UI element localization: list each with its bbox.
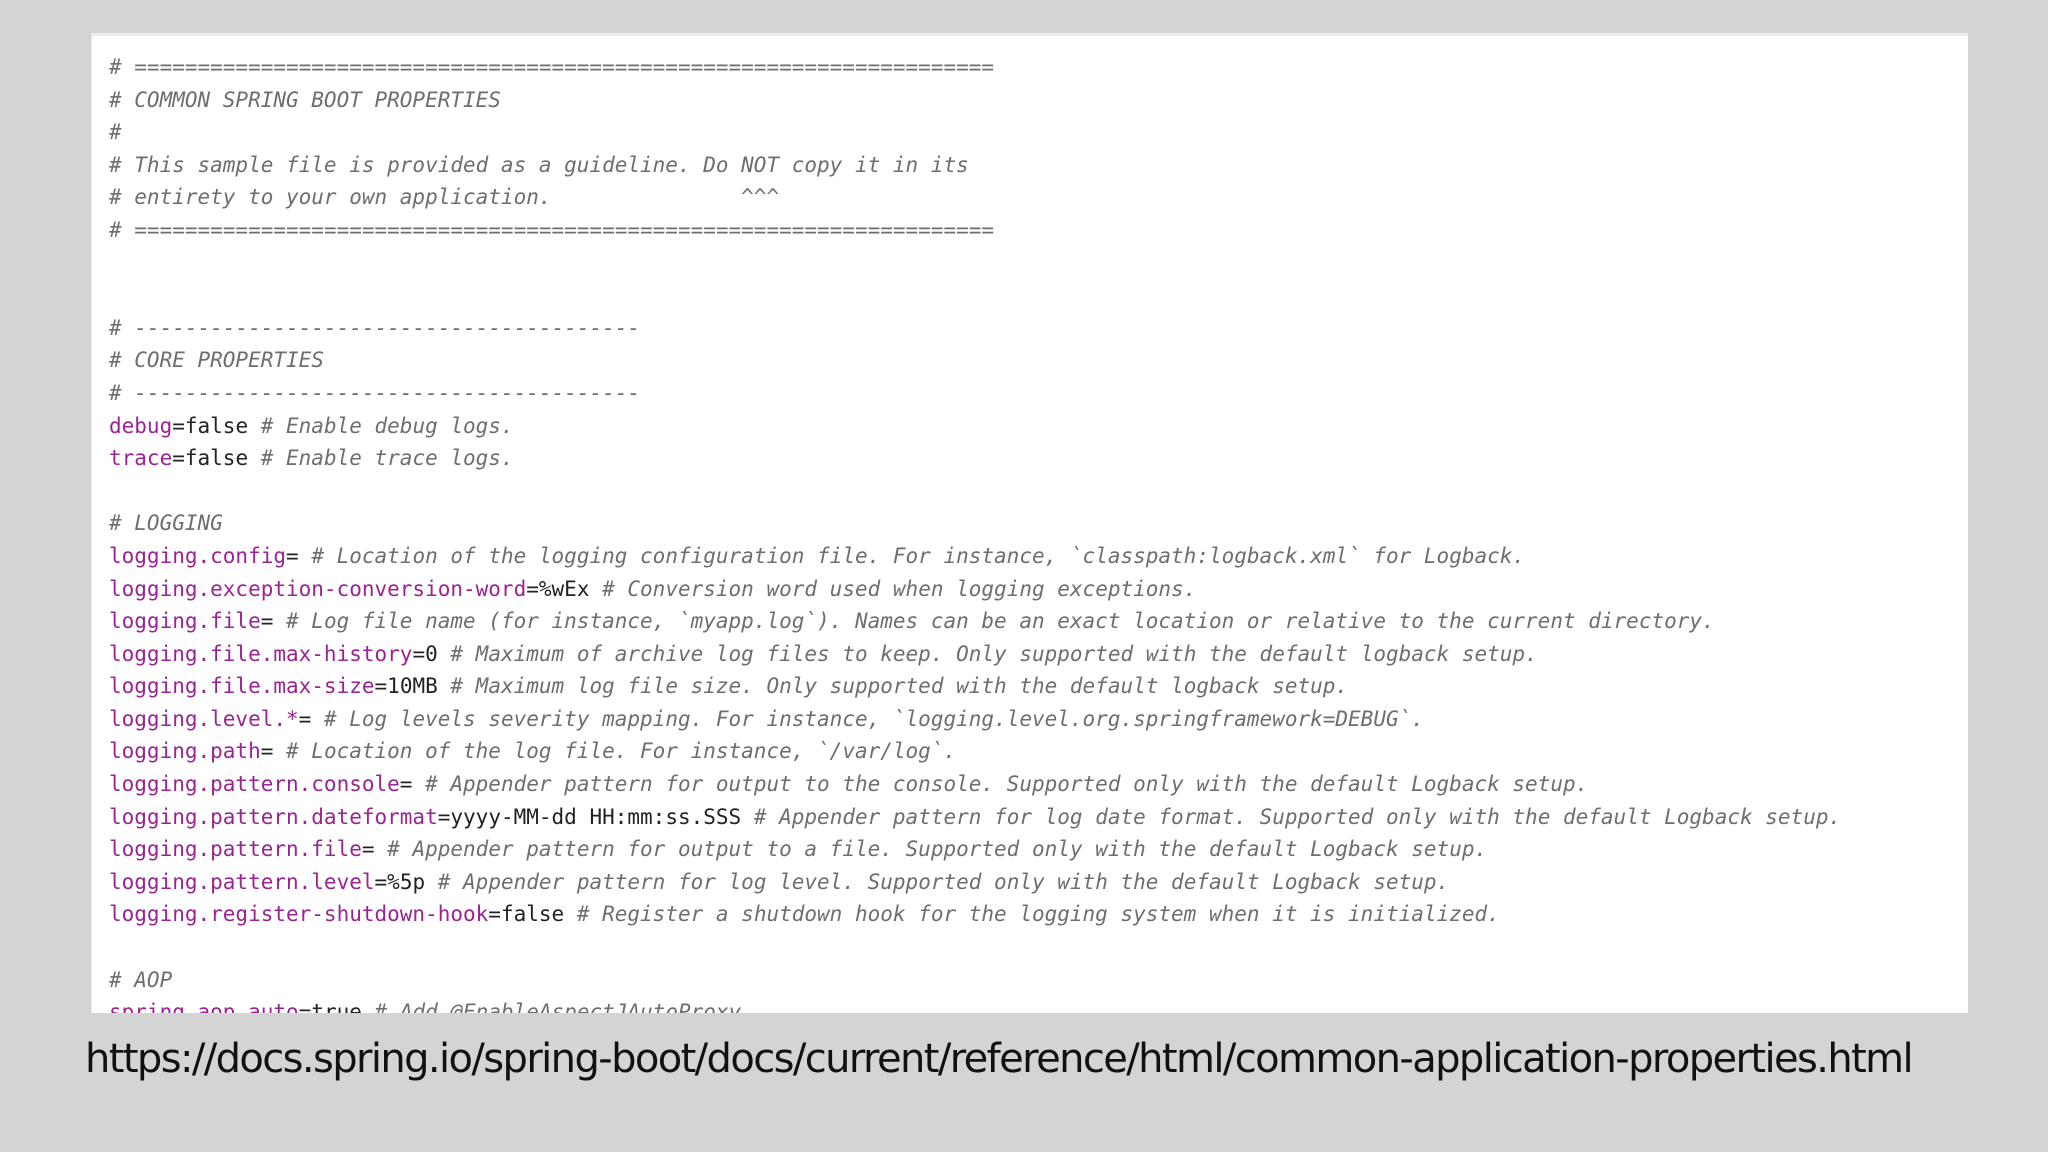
property-value: true	[311, 1000, 362, 1013]
property-key: logging.level.*	[109, 706, 299, 731]
properties-code-listing: # ======================================…	[92, 36, 1968, 1013]
comment-text: #	[109, 120, 122, 145]
comment-text: # Conversion word used when logging exce…	[589, 576, 1197, 601]
comment-line: #	[109, 116, 1968, 149]
comment-line	[109, 475, 1968, 508]
comment-text: # ======================================…	[109, 55, 995, 79]
property-line: logging.file.max-history=0 # Maximum of …	[109, 638, 1968, 671]
equals-sign: =	[399, 772, 413, 797]
property-key: logging.file	[109, 609, 261, 634]
property-line: debug=false # Enable debug logs.	[109, 410, 1968, 443]
comment-line: # This sample file is provided as a guid…	[109, 149, 1968, 182]
comment-text: # Appender pattern for output to the con…	[412, 772, 1589, 797]
property-line: spring.aop.auto=true # Add @EnableAspect…	[109, 996, 1968, 1013]
comment-line	[109, 279, 1968, 312]
property-key: logging.register-shutdown-hook	[109, 902, 489, 927]
property-value: %5p	[387, 869, 426, 894]
property-key: logging.exception-conversion-word	[109, 576, 527, 601]
property-line: logging.level.*= # Log levels severity m…	[109, 703, 1968, 736]
property-line: logging.path= # Location of the log file…	[109, 735, 1968, 768]
property-value: yyyy-MM-dd HH:mm:ss.SSS	[450, 804, 742, 829]
comment-text: # Location of the logging configuration …	[298, 543, 1526, 568]
equals-sign: =	[526, 576, 539, 601]
property-key: logging.config	[109, 543, 287, 568]
property-key: logging.path	[109, 739, 261, 764]
comment-text: # Log levels severity mapping. For insta…	[311, 706, 1424, 731]
comment-text: # Add @EnableAspectJAutoProxy.	[361, 1000, 754, 1013]
comment-text: # Appender pattern for log date format. …	[741, 804, 1842, 829]
comment-text: # Appender pattern for log level. Suppor…	[425, 869, 1450, 894]
property-key: trace	[109, 446, 173, 471]
property-line: logging.config= # Location of the loggin…	[109, 540, 1968, 573]
equals-sign: =	[412, 641, 426, 666]
equals-sign: =	[298, 1000, 312, 1013]
equals-sign: =	[374, 869, 388, 894]
property-value: false	[184, 446, 249, 471]
property-line: logging.pattern.level=%5p # Appender pat…	[109, 866, 1968, 899]
equals-sign: =	[260, 739, 274, 764]
property-value: %wEx	[538, 576, 590, 601]
comment-text: # entirety to your own application. ^^^	[109, 185, 780, 210]
property-key: logging.pattern.dateformat	[109, 804, 438, 829]
comment-text: # Maximum log file size. Only supported …	[437, 674, 1349, 699]
property-value: 0	[425, 641, 438, 666]
comment-line: # LOGGING	[109, 507, 1968, 540]
comment-text: # Enable trace logs.	[248, 446, 514, 471]
comment-line	[109, 931, 1968, 964]
property-value: false	[500, 902, 565, 927]
property-line: logging.file= # Log file name (for insta…	[109, 605, 1968, 638]
comment-text: # --------------------------------------…	[109, 315, 641, 340]
comment-text: # Location of the log file. For instance…	[273, 739, 957, 764]
property-line: logging.register-shutdown-hook=false # R…	[109, 898, 1968, 931]
source-url-caption: https://docs.spring.io/spring-boot/docs/…	[85, 1036, 1914, 1082]
equals-sign: =	[374, 674, 388, 699]
comment-text: # COMMON SPRING BOOT PROPERTIES	[109, 87, 501, 112]
comment-line	[109, 247, 1968, 280]
property-key: logging.pattern.console	[109, 772, 400, 797]
equals-sign: =	[488, 902, 501, 927]
property-key: logging.file.max-size	[109, 674, 375, 699]
comment-text: # Enable debug logs.	[248, 413, 514, 438]
property-line: logging.exception-conversion-word=%wEx #…	[109, 573, 1968, 606]
equals-sign: =	[172, 413, 185, 438]
comment-line: # AOP	[109, 964, 1968, 997]
property-key: spring.aop.auto	[109, 1000, 299, 1013]
equals-sign: =	[172, 446, 185, 471]
property-value: 10MB	[387, 674, 438, 699]
code-panel: # ======================================…	[91, 33, 1968, 1013]
comment-text: # LOGGING	[109, 511, 223, 536]
comment-line: # --------------------------------------…	[109, 312, 1968, 345]
property-line: logging.pattern.dateformat=yyyy-MM-dd HH…	[109, 801, 1968, 834]
comment-text: # AOP	[109, 967, 173, 992]
equals-sign: =	[437, 804, 451, 829]
comment-line: # --------------------------------------…	[109, 377, 1968, 410]
comment-text: # CORE PROPERTIES	[109, 348, 324, 373]
property-key: logging.pattern.level	[109, 869, 375, 894]
equals-sign: =	[298, 706, 312, 731]
comment-text: # --------------------------------------…	[109, 380, 641, 405]
comment-text: # Register a shutdown hook for the loggi…	[564, 902, 1500, 927]
comment-line: # entirety to your own application. ^^^	[109, 181, 1968, 214]
property-line: trace=false # Enable trace logs.	[109, 442, 1968, 475]
property-line: logging.pattern.console= # Appender patt…	[109, 768, 1968, 801]
comment-line: # COMMON SPRING BOOT PROPERTIES	[109, 84, 1968, 117]
comment-line: # CORE PROPERTIES	[109, 344, 1968, 377]
equals-sign: =	[260, 609, 274, 634]
comment-line: # ======================================…	[109, 214, 1968, 247]
property-key: logging.pattern.file	[109, 837, 362, 862]
comment-text: # Maximum of archive log files to keep. …	[437, 641, 1538, 666]
property-line: logging.pattern.file= # Appender pattern…	[109, 833, 1968, 866]
property-line: logging.file.max-size=10MB # Maximum log…	[109, 670, 1968, 703]
property-value: false	[184, 413, 249, 438]
equals-sign: =	[286, 543, 299, 568]
comment-text: # ======================================…	[109, 217, 995, 242]
equals-sign: =	[361, 837, 375, 862]
comment-text: # This sample file is provided as a guid…	[109, 152, 969, 177]
comment-line: # ======================================…	[109, 51, 1968, 84]
comment-text: # Appender pattern for output to a file.…	[374, 837, 1488, 862]
property-key: debug	[109, 413, 173, 438]
property-key: logging.file.max-history	[109, 641, 413, 666]
comment-text: # Log file name (for instance, `myapp.lo…	[273, 609, 1715, 634]
